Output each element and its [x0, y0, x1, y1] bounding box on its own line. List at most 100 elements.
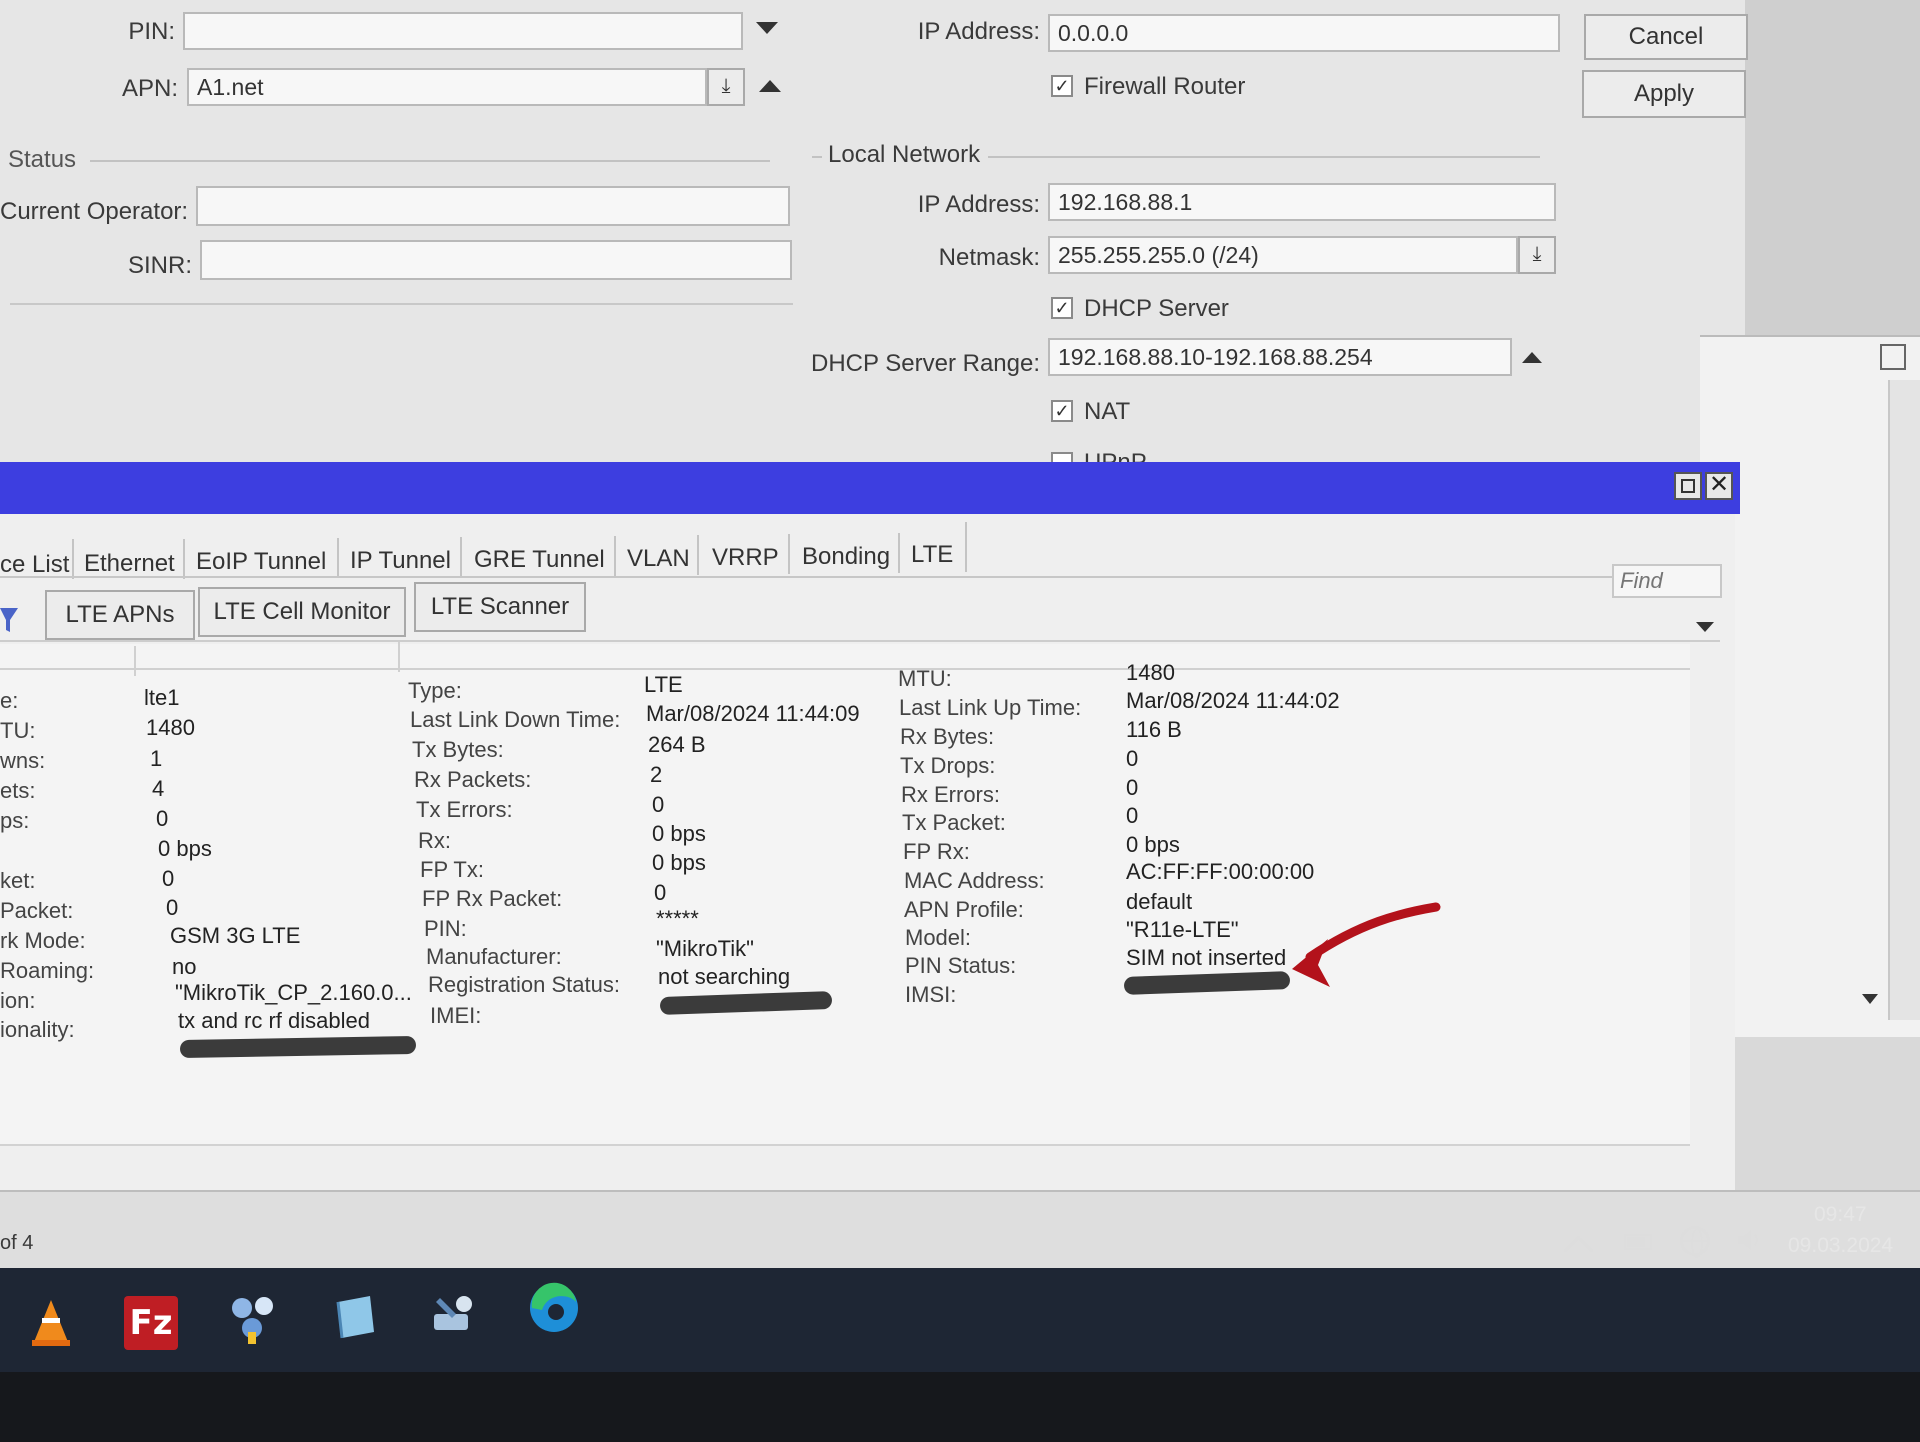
detail-value: tx and rc rf disabled: [178, 1008, 370, 1033]
tab-separator: [697, 535, 699, 575]
tab-gre-tunnel[interactable]: GRE Tunnel: [474, 546, 605, 574]
vlc-icon[interactable]: [24, 1296, 78, 1350]
clock-date[interactable]: 09.03.2024: [1788, 1234, 1893, 1258]
detail-key: TU:: [0, 718, 36, 743]
find-dropdown-icon[interactable]: [1696, 622, 1714, 632]
annotation-arrow-icon: [1292, 902, 1441, 987]
detail-key: ion:: [0, 988, 36, 1013]
detail-value: 0: [654, 880, 667, 905]
edge-icon[interactable]: [526, 1280, 580, 1334]
detail-key: Last Link Down Time:: [410, 707, 621, 732]
detail-key: ket:: [0, 868, 36, 893]
detail-key: Packet:: [0, 898, 74, 923]
local-network-line: [988, 156, 1540, 158]
detail-value: default: [1126, 889, 1193, 914]
detail-key: Tx Packet:: [902, 810, 1006, 835]
status-group-bottom-line: [10, 303, 793, 305]
sinr-label: SINR:: [127, 252, 192, 279]
tab-ip-tunnel[interactable]: IP Tunnel: [350, 547, 451, 575]
detail-value: 2: [650, 762, 663, 787]
netmask-field[interactable]: 255.255.255.0 (/24): [1048, 236, 1518, 274]
wan-ip-label: IP Address:: [917, 18, 1040, 45]
maximize-icon[interactable]: [1674, 472, 1702, 500]
detail-value: 0: [1126, 803, 1139, 828]
tab-interface-list[interactable]: ce List: [0, 551, 69, 579]
tab-separator: [183, 539, 185, 579]
detail-divider: [398, 642, 400, 672]
filezilla-icon[interactable]: Fz: [124, 1296, 178, 1350]
tab-vrrp[interactable]: VRRP: [712, 544, 779, 572]
detail-key: Tx Drops:: [900, 753, 996, 778]
tab-separator: [788, 534, 790, 574]
lower-panel-line: [0, 1144, 1690, 1146]
detail-key: PIN Status:: [905, 953, 1017, 978]
apn-collapse-icon[interactable]: [759, 80, 781, 92]
scroll-down-icon[interactable]: [1862, 994, 1878, 1004]
status-group-title: Status: [8, 146, 77, 173]
notebook-icon[interactable]: [328, 1290, 382, 1344]
detail-key: FP Tx:: [420, 857, 484, 882]
find-input[interactable]: [1612, 564, 1722, 598]
detail-value: Mar/08/2024 11:44:09: [646, 701, 860, 726]
firewall-checkbox[interactable]: ✓: [1051, 75, 1073, 97]
detail-key: Manufacturer:: [426, 944, 562, 969]
detail-key: Tx Bytes:: [412, 737, 504, 762]
dhcp-range-collapse-icon[interactable]: [1522, 352, 1542, 363]
detail-value: 1480: [146, 715, 195, 740]
status-bar: [0, 1190, 1920, 1270]
network-globe-icon[interactable]: [1680, 1226, 1710, 1258]
detail-key: e:: [0, 688, 19, 713]
background-window-scrollbar[interactable]: [1888, 380, 1920, 1020]
battery-icon[interactable]: [1624, 1234, 1652, 1250]
apn-field[interactable]: A1.net: [187, 68, 707, 106]
detail-key: MAC Address:: [904, 868, 1045, 893]
volume-icon[interactable]: [1736, 1226, 1766, 1254]
tab-vlan[interactable]: VLAN: [627, 545, 690, 573]
detail-key: wns:: [0, 748, 46, 773]
interfaces-titlebar[interactable]: [0, 462, 1740, 514]
apply-button[interactable]: Apply: [1582, 70, 1746, 118]
pin-field[interactable]: [183, 12, 743, 50]
tab-lte[interactable]: LTE: [911, 541, 953, 569]
apn-dropdown-button[interactable]: ⤓: [707, 68, 745, 106]
tab-separator: [460, 537, 462, 577]
detail-value: 1480: [1126, 660, 1175, 685]
pin-dropdown-icon[interactable]: [756, 22, 778, 34]
detail-key: FP Rx Packet:: [422, 886, 563, 911]
tab-bonding[interactable]: Bonding: [802, 543, 890, 571]
tools-icon[interactable]: [426, 1288, 480, 1342]
tab-bar: ce List Ethernet EoIP Tunnel IP Tunnel G…: [0, 514, 1735, 584]
detail-value: 264 B: [648, 732, 706, 757]
tab-eoip-tunnel[interactable]: EoIP Tunnel: [196, 548, 326, 576]
cancel-button[interactable]: Cancel: [1584, 14, 1748, 60]
dhcp-range-field[interactable]: 192.168.88.10-192.168.88.254: [1048, 338, 1512, 376]
lte-cell-monitor-button[interactable]: LTE Cell Monitor: [198, 587, 406, 637]
detail-key: MTU:: [898, 666, 952, 691]
background-window-maximize-icon[interactable]: [1880, 344, 1906, 370]
local-ip-field[interactable]: 192.168.88.1: [1048, 183, 1556, 221]
detail-value: *****: [656, 906, 699, 931]
detail-value: 0: [162, 866, 175, 891]
clock-time[interactable]: 09:47: [1814, 1203, 1867, 1227]
item-count: of 4: [0, 1232, 34, 1254]
netmask-dropdown-button[interactable]: ⤓: [1518, 236, 1556, 274]
detail-key: Rx Bytes:: [900, 724, 995, 749]
detail-key: ets:: [0, 778, 36, 803]
dhcp-server-checkbox[interactable]: ✓: [1051, 297, 1073, 319]
close-icon[interactable]: ✕: [1705, 472, 1733, 500]
tab-ethernet[interactable]: Ethernet: [84, 550, 175, 578]
winbox-icon[interactable]: [226, 1292, 280, 1346]
nat-checkbox[interactable]: ✓: [1051, 400, 1073, 422]
detail-value: 0: [1126, 746, 1139, 771]
wan-ip-field[interactable]: 0.0.0.0: [1048, 14, 1560, 52]
taskbar: [0, 1268, 1920, 1372]
lte-scanner-button[interactable]: LTE Scanner: [414, 582, 586, 632]
detail-key: APN Profile:: [904, 897, 1024, 922]
filter-icon[interactable]: [0, 604, 18, 634]
sinr-field: [200, 240, 792, 280]
detail-key: IMSI:: [905, 982, 957, 1007]
lte-apns-button[interactable]: LTE APNs: [45, 590, 195, 640]
netmask-label: Netmask:: [938, 244, 1040, 271]
detail-value: not searching: [658, 964, 791, 989]
detail-value: 0: [652, 792, 665, 817]
